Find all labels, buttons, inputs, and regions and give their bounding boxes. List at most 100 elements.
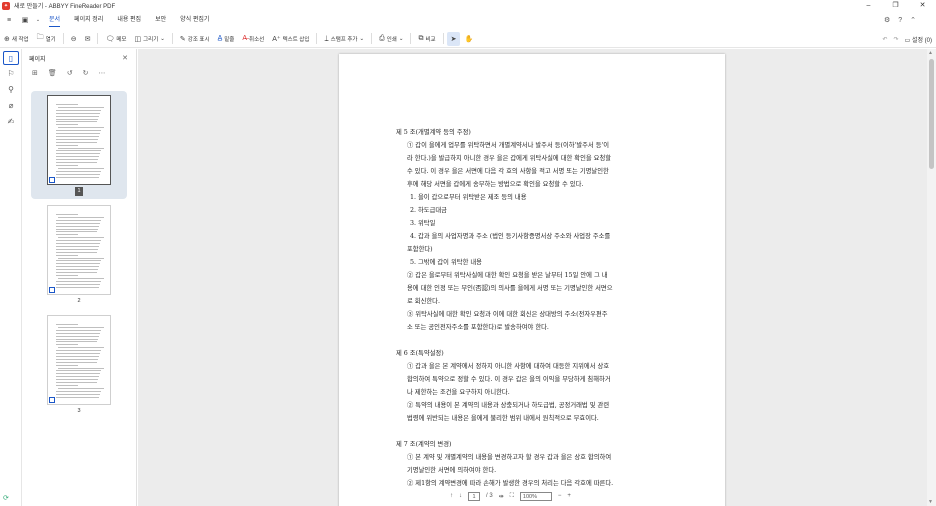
pages-panel-icon[interactable]: ▯: [3, 51, 19, 65]
next-page-icon[interactable]: ↓: [459, 493, 462, 499]
rotate-right-icon[interactable]: ↻: [83, 69, 89, 77]
document-workspace[interactable]: 제 5 조(개별계약 등의 주정) ① 갑이 을에게 업무를 위탁하면서 개별계약…: [138, 49, 927, 506]
close-window-button[interactable]: ✕: [909, 0, 936, 11]
thumbnail-text-line: [58, 347, 104, 349]
thumbnail-text-line: [56, 115, 99, 117]
thumbnail-text-line: [56, 150, 101, 152]
thumbnail-text-line: [56, 332, 100, 334]
tab-content-edit[interactable]: 내용 편집: [117, 13, 141, 27]
minimize-button[interactable]: –: [855, 0, 882, 11]
strikeout-button[interactable]: A̶ 취소선: [238, 32, 268, 46]
more-options-icon[interactable]: ⋯: [99, 69, 106, 77]
search-icon[interactable]: ⚲: [3, 83, 19, 97]
redo-icon[interactable]: ↷: [894, 36, 899, 43]
compare-icon: ⧉: [418, 34, 424, 42]
thumbnail-text-line: [56, 390, 101, 392]
save-icon[interactable]: ▣: [18, 16, 32, 24]
maximize-button[interactable]: ❐: [882, 0, 909, 11]
pages-panel: 페이지 ✕ ⊞ 🗑 ↺ ↻ ⋯ 1 2 3: [22, 49, 137, 506]
signature-icon[interactable]: ✍: [3, 115, 19, 129]
thumbnail-text-line: [56, 251, 97, 253]
document-line: 용에 대한 인정 또는 부인(否認)의 의사를 을에게 서명 또는 기명날인한 …: [407, 285, 613, 292]
document-line: ① 갑이 을에게 업무를 위탁하면서 개별계약서나 발주서 등(이하'발주서 등…: [407, 142, 610, 149]
highlight-button[interactable]: ✎ 강조 표시: [176, 32, 214, 46]
draw-button[interactable]: ◫ 그리기 ⌄: [130, 32, 168, 46]
print-button[interactable]: ⎙ 인쇄 ⌄: [375, 32, 407, 46]
undo-icon[interactable]: ↶: [883, 36, 888, 43]
thumbnail-text-line: [56, 274, 78, 276]
attachment-icon[interactable]: ⌀: [3, 99, 19, 113]
thumbnail-text-line: [56, 222, 100, 224]
hand-tool-button[interactable]: ✋: [460, 32, 477, 46]
divider: [316, 33, 318, 44]
underline-button[interactable]: A̲ 밑줄: [214, 32, 239, 46]
zoom-out-icon[interactable]: −: [558, 493, 562, 499]
thumbnail-text-line: [56, 243, 100, 244]
close-icon[interactable]: ✕: [122, 54, 128, 62]
document-line: 제 6 조(특약설정): [396, 350, 444, 357]
document-page: 제 5 조(개별계약 등의 주정) ① 갑이 을에게 업무를 위탁하면서 개별계약…: [339, 54, 725, 506]
divider: [442, 33, 444, 44]
fit-page-icon[interactable]: ⛶: [510, 493, 514, 500]
thumbnail-text-line: [56, 364, 78, 366]
scroll-down-icon[interactable]: ▼: [928, 499, 933, 505]
tab-security[interactable]: 보안: [155, 13, 166, 27]
stamp-button[interactable]: ⍊ 스탬프 추가 ⌄: [320, 32, 368, 46]
hamburger-menu-icon[interactable]: ≡: [2, 17, 16, 24]
document-line: ① 본 계약 및 개별계약의 내용을 변경하고자 할 경우 갑과 을은 상호 합…: [407, 454, 612, 461]
insert-text-button[interactable]: A⁺ 텍스트 삽입: [268, 32, 313, 46]
document-line: 후에 해당 서면을 갑에게 송부하는 방법으로 확인을 요청할 수 있다.: [407, 181, 584, 188]
compare-button[interactable]: ⧉ 비교: [414, 32, 439, 46]
new-task-button[interactable]: ⊕ 새 작업: [0, 32, 33, 46]
thumbnail-text-line: [58, 326, 104, 328]
thumbnail-text-line: [56, 382, 97, 383]
help-icon[interactable]: ?: [898, 17, 902, 24]
settings-label: 설정 (0): [911, 37, 932, 44]
tab-page-organize[interactable]: 페이지 정리: [74, 13, 103, 27]
thumbnail-text-line: [56, 286, 99, 288]
vertical-scrollbar[interactable]: ▲ ▼: [927, 49, 936, 506]
zoom-select[interactable]: 100%: [519, 491, 552, 501]
page-thumbnail-2[interactable]: 2: [31, 201, 127, 309]
scroll-thumb[interactable]: [929, 59, 934, 169]
scroll-up-icon[interactable]: ▲: [928, 50, 933, 56]
thumbnail-text-line: [56, 355, 99, 357]
chevron-down-icon[interactable]: ⌄: [34, 17, 42, 23]
bookmark-icon[interactable]: ⚐: [3, 67, 19, 81]
thumbnail-text-line: [56, 170, 101, 172]
highlight-label: 강조 표시: [187, 36, 210, 43]
thumbnail-text-line: [56, 214, 78, 215]
left-rail: ▯ ⚐ ⚲ ⌀ ✍ ⟳: [0, 49, 22, 506]
fit-width-icon[interactable]: ⇹: [499, 493, 504, 500]
thumbnail-text-line: [56, 133, 100, 134]
page-number-input[interactable]: 1: [468, 491, 480, 501]
thumbnail-text-line: [56, 384, 78, 386]
previous-page-icon[interactable]: ↑: [450, 493, 453, 499]
settings-button[interactable]: ▭ 설정 (0): [905, 35, 932, 44]
tab-document[interactable]: 문서: [49, 13, 61, 27]
email-button[interactable]: ✉: [81, 32, 95, 46]
note-button[interactable]: 🗨 메모: [101, 32, 130, 46]
delete-page-icon[interactable]: 🗑: [48, 69, 57, 77]
page-number: 2: [77, 298, 81, 304]
ocr-status-icon[interactable]: ⟳: [3, 494, 9, 502]
zoom-in-icon[interactable]: +: [567, 493, 571, 499]
rotate-left-icon[interactable]: ↺: [67, 69, 73, 77]
thumbnail-text-line: [56, 104, 78, 105]
tab-form-editor[interactable]: 양식 편집기: [180, 13, 209, 27]
open-button[interactable]: 🗀 열기: [33, 32, 60, 46]
add-page-icon[interactable]: ⊞: [32, 69, 38, 77]
page-thumbnail-3[interactable]: 3: [31, 311, 127, 419]
scan-button[interactable]: ⊖: [67, 32, 81, 46]
select-tool-button[interactable]: ➤: [446, 31, 461, 46]
page-marker-icon: [49, 177, 55, 183]
thumbnail-text-line: [56, 124, 78, 126]
page-thumbnail-1[interactable]: 1: [31, 91, 127, 199]
page-navigation-bar: ↑ ↓ 1 / 3 ⇹ ⛶ 100% − +: [450, 490, 571, 502]
thumbnail-text-line: [56, 373, 100, 375]
gear-icon[interactable]: ⚙: [884, 16, 890, 24]
collapse-ribbon-icon[interactable]: ⌃: [910, 16, 916, 24]
window-controls: – ❐ ✕: [855, 0, 936, 11]
thumbnail-text-line: [56, 135, 99, 137]
